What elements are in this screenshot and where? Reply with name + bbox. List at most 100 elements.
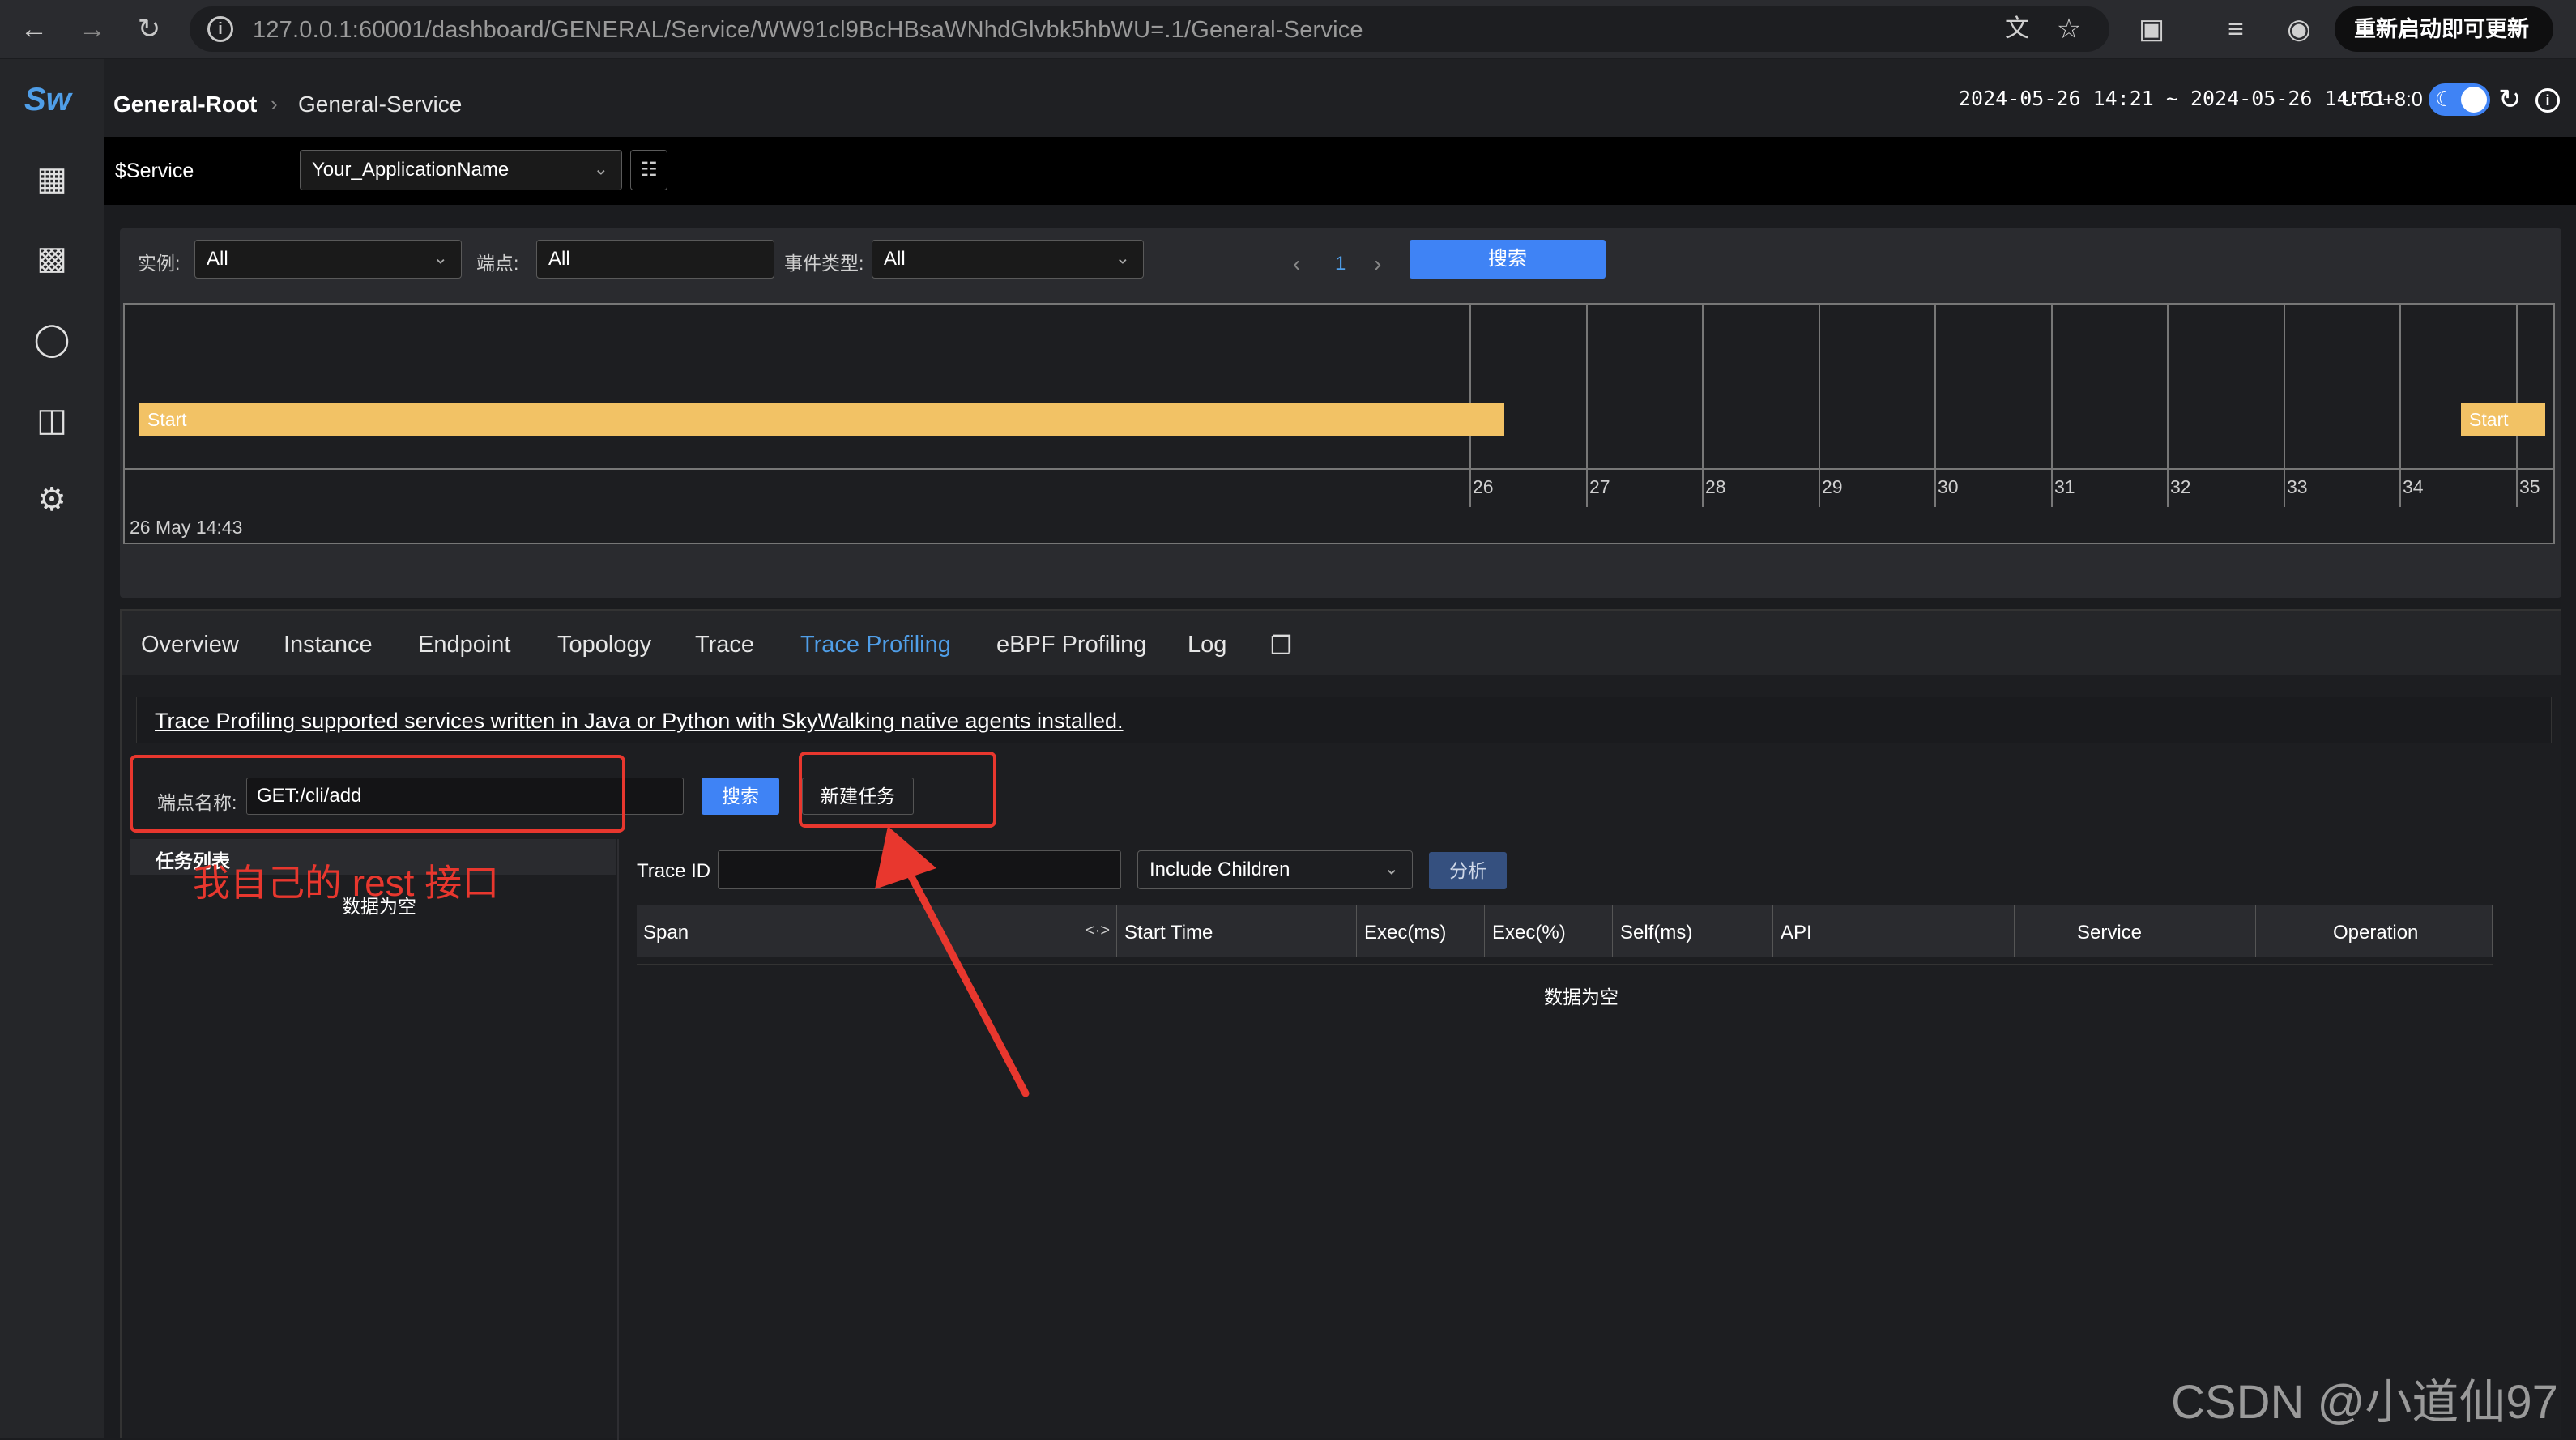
back-arrow-icon[interactable]: ← — [16, 11, 52, 47]
toggle-knob — [2461, 87, 2487, 113]
media-queue-icon[interactable]: ≡ — [2220, 13, 2252, 45]
chevron-down-icon: ⌄ — [1115, 247, 1130, 268]
chevron-down-icon: ⌄ — [433, 247, 448, 268]
column-separator — [2255, 905, 2256, 957]
timeline-gridline — [2051, 305, 2053, 507]
column-separator — [1484, 905, 1485, 957]
tab-instance[interactable]: Instance — [284, 632, 373, 658]
timeline-tick-label: 28 — [1705, 476, 1726, 497]
include-children-value: Include Children — [1149, 858, 1290, 880]
breadcrumb-separator-icon: › — [271, 92, 278, 116]
column-separator — [1772, 905, 1773, 957]
endpoint-label: 端点: — [476, 253, 519, 274]
refresh-icon[interactable]: ↻ — [2498, 83, 2522, 116]
timeline-gridline — [1819, 305, 1820, 507]
timeline-tick-label: 30 — [1938, 476, 1959, 497]
dashboard-tabs: Overview Instance Endpoint Topology Trac… — [122, 611, 2561, 675]
endpoint-search-button[interactable]: 搜索 — [702, 778, 779, 815]
skywalking-logo: Sw — [24, 82, 71, 117]
site-info-icon[interactable]: i — [207, 16, 233, 42]
profiling-notice: Trace Profiling supported services writt… — [136, 697, 2552, 743]
metrics-chart-icon[interactable]: ▩ — [32, 239, 71, 278]
add-widget-icon[interactable]: ◫ — [32, 401, 71, 440]
timeline-start-label: 26 May 14:43 — [130, 517, 243, 538]
annotation-box-endpoint — [130, 755, 625, 833]
chevron-left-icon[interactable]: ‹ — [1293, 251, 1300, 277]
endpoint-input-value: All — [548, 248, 570, 270]
instance-label: 实例: — [138, 253, 181, 274]
column-separator — [1612, 905, 1613, 957]
forward-arrow-icon[interactable]: → — [75, 11, 110, 47]
column-separator — [2014, 905, 2015, 957]
annotation-arrow — [875, 826, 1030, 1097]
timeline-gridline — [1934, 305, 1936, 507]
moon-icon: ☾ — [2435, 87, 2454, 111]
reload-icon[interactable]: ↻ — [131, 11, 167, 47]
chevron-right-icon[interactable]: › — [1374, 251, 1381, 277]
timeline-event-bar[interactable]: Start — [139, 403, 1504, 436]
tab-log[interactable]: Log — [1188, 632, 1226, 658]
trace-id-label: Trace ID — [637, 860, 711, 882]
timeline-tick-label: 27 — [1589, 476, 1610, 497]
browser-toolbar: ← → ↻ i 127.0.0.1:60001/dashboard/GENERA… — [0, 0, 2576, 87]
info-icon[interactable]: i — [2535, 88, 2560, 113]
address-bar[interactable]: i 127.0.0.1:60001/dashboard/GENERAL/Serv… — [190, 6, 2109, 52]
topology-icon[interactable]: ☷ — [630, 150, 667, 190]
annotation-box-new-task — [799, 752, 996, 828]
alert-shield-icon[interactable]: ◯ — [32, 320, 71, 359]
time-range-picker[interactable]: 2024-05-26 14:21 ~ 2024-05-26 14:51 — [1959, 87, 2386, 110]
dashboard-icon[interactable]: ▦ — [32, 160, 71, 198]
service-select[interactable]: Your_ApplicationName ⌄ — [300, 150, 622, 190]
event-type-select[interactable]: All ⌄ — [872, 240, 1144, 279]
arrow-head — [875, 826, 936, 889]
update-button[interactable]: 重新启动即可更新 ⋮ — [2335, 6, 2553, 87]
instance-select[interactable]: All ⌄ — [194, 240, 462, 279]
timeline-tick-label: 32 — [2170, 476, 2191, 497]
tab-trace[interactable]: Trace — [695, 632, 754, 658]
event-type-label: 事件类型: — [784, 253, 864, 274]
update-label: 重新启动即可更新 — [2354, 17, 2529, 41]
tab-ebpf-profiling[interactable]: eBPF Profiling — [996, 632, 1146, 658]
breadcrumb-root[interactable]: General-Root — [113, 92, 257, 117]
bookmark-star-icon[interactable]: ☆ — [2053, 13, 2085, 45]
tab-trace-profiling[interactable]: Trace Profiling — [800, 632, 951, 658]
translate-icon[interactable]: 文 — [2001, 13, 2033, 45]
theme-toggle[interactable]: ☾ — [2429, 83, 2490, 116]
page-number[interactable]: 1 — [1335, 253, 1346, 275]
timeline-event-bar[interactable]: Start — [2461, 403, 2545, 436]
copy-document-icon[interactable]: ❐ — [1270, 632, 1292, 660]
timeline-tick-label: 34 — [2403, 476, 2424, 497]
watermark: CSDN @小道仙97 — [2171, 1376, 2558, 1429]
event-search-button[interactable]: 搜索 — [1410, 240, 1606, 279]
include-children-select[interactable]: Include Children ⌄ — [1137, 850, 1413, 889]
timezone-label[interactable]: UTC+8:0 — [2341, 88, 2423, 112]
app-header: General-Root › General-Service 2024-05-2… — [104, 59, 2576, 137]
tab-overview[interactable]: Overview — [141, 632, 239, 658]
event-timeline-panel: 实例: All ⌄ 端点: All 事件类型: All ⌄ ‹ 1 › 搜索 2… — [120, 228, 2561, 598]
endpoint-input[interactable]: All — [536, 240, 774, 279]
dashboard-main-panel: Overview Instance Endpoint Topology Trac… — [120, 609, 2561, 1440]
expand-width-icon[interactable]: <·> — [1085, 922, 1110, 940]
extensions-icon[interactable]: ▣ — [2135, 13, 2168, 45]
annotation-text: 我自己的 rest 接口 — [193, 862, 500, 904]
profiling-notice-link[interactable]: Trace Profiling supported services writt… — [155, 709, 1124, 734]
analyze-button[interactable]: 分析 — [1429, 852, 1507, 889]
column-separator — [2492, 905, 2493, 957]
tab-topology[interactable]: Topology — [557, 632, 651, 658]
timeline-tick-label: 31 — [2054, 476, 2075, 497]
timeline-tick-label: 35 — [2519, 476, 2540, 497]
profile-avatar-icon[interactable]: ◉ — [2283, 13, 2315, 45]
timeline-tick-label: 26 — [1473, 476, 1494, 497]
url-text[interactable]: 127.0.0.1:60001/dashboard/GENERAL/Servic… — [253, 17, 1363, 44]
column-span: Span — [643, 922, 689, 944]
instance-select-value: All — [207, 248, 228, 270]
event-timeline: 26 May 14:43 26 27 28 29 30 31 32 33 34 35 Start St… — [123, 303, 2555, 544]
span-table-empty: 数据为空 — [1544, 986, 1619, 1008]
column-operation: Operation — [2333, 922, 2419, 944]
settings-gear-icon[interactable]: ⚙ — [32, 480, 71, 519]
app-sidebar: Sw ▦ ▩ ◯ ◫ ⚙ — [0, 59, 104, 1438]
event-type-select-value: All — [884, 248, 906, 270]
timeline-gridline — [2284, 305, 2285, 507]
breadcrumb-service: General-Service — [298, 92, 463, 117]
tab-endpoint[interactable]: Endpoint — [418, 632, 511, 658]
